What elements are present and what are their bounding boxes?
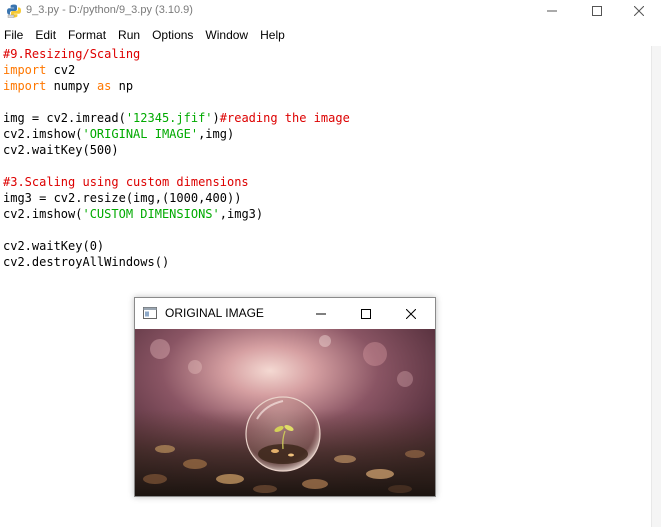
code-token-comment: #reading the image: [219, 111, 350, 125]
code-token-plain: numpy: [46, 79, 97, 93]
code-token-plain: cv2.waitKey(0): [3, 239, 105, 253]
code-token-str: 'ORIGINAL IMAGE': [82, 127, 199, 141]
code-token-plain: ,img): [198, 127, 235, 141]
code-line[interactable]: import cv2: [3, 62, 350, 78]
code-token-kw: as: [96, 79, 112, 93]
code-line[interactable]: #3.Scaling using custom dimensions: [3, 174, 350, 190]
code-token-kw: import: [3, 79, 47, 93]
code-token-plain: cv2.imshow(: [3, 127, 83, 141]
code-line[interactable]: cv2.imshow('ORIGINAL IMAGE',img): [3, 126, 350, 142]
code-token-str: 'CUSTOM DIMENSIONS': [82, 207, 220, 221]
maximize-icon: [360, 308, 371, 319]
menu-options[interactable]: Options: [146, 24, 199, 46]
minimize-button[interactable]: [530, 0, 574, 22]
code-token-plain: cv2.destroyAllWindows(): [3, 255, 170, 269]
code-token-str: '12345.jfif': [125, 111, 213, 125]
code-token-plain: img = cv2.imread(: [3, 111, 126, 125]
code-token-plain: np: [111, 79, 134, 93]
displayed-image: [135, 329, 435, 496]
menu-file[interactable]: File: [0, 24, 29, 46]
opencv-titlebar[interactable]: ORIGINAL IMAGE: [135, 298, 435, 329]
menu-run[interactable]: Run: [112, 24, 146, 46]
opencv-window-icon: [143, 307, 157, 319]
opencv-maximize-button[interactable]: [343, 298, 388, 329]
code-text[interactable]: #9.Resizing/Scaling import cv2 import nump…: [3, 46, 350, 270]
opencv-close-button[interactable]: [388, 298, 433, 329]
minimize-icon: [547, 10, 557, 12]
code-line[interactable]: cv2.destroyAllWindows(): [3, 254, 350, 270]
code-line[interactable]: [3, 94, 350, 110]
window-title: 9_3.py - D:/python/9_3.py (3.10.9): [26, 4, 193, 16]
idle-titlebar: 9_3.py - D:/python/9_3.py (3.10.9): [0, 0, 661, 22]
menu-window[interactable]: Window: [199, 24, 254, 46]
code-line[interactable]: import numpy as np: [3, 78, 350, 94]
menu-help[interactable]: Help: [254, 24, 291, 46]
code-line[interactable]: #9.Resizing/Scaling: [3, 46, 350, 62]
menu-format[interactable]: Format: [62, 24, 112, 46]
code-line[interactable]: cv2.imshow('CUSTOM DIMENSIONS',img3): [3, 206, 350, 222]
menu-bar: File Edit Format Run Options Window Help: [0, 24, 661, 46]
code-line[interactable]: [3, 222, 350, 238]
code-token-plain: ): [212, 111, 220, 125]
python-icon: [7, 4, 21, 18]
opencv-window[interactable]: ORIGINAL IMAGE: [134, 297, 436, 497]
code-token-plain: img3 = cv2.resize(img,(1000,400)): [3, 191, 242, 205]
close-button[interactable]: [617, 0, 661, 22]
minimize-icon: [315, 313, 326, 314]
close-icon: [634, 6, 644, 16]
maximize-icon: [592, 6, 602, 16]
code-line[interactable]: cv2.waitKey(500): [3, 142, 350, 158]
code-token-kw: import: [3, 63, 47, 77]
code-token-comment: #3.Scaling using custom dimensions: [3, 175, 249, 189]
menu-edit[interactable]: Edit: [29, 24, 62, 46]
code-line[interactable]: [3, 158, 350, 174]
maximize-button[interactable]: [575, 0, 619, 22]
close-icon: [405, 308, 416, 319]
vertical-scrollbar[interactable]: [651, 46, 661, 527]
opencv-minimize-button[interactable]: [298, 298, 343, 329]
code-token-plain: cv2.waitKey(500): [3, 143, 119, 157]
opencv-window-title: ORIGINAL IMAGE: [165, 306, 264, 320]
code-token-plain: ,img3): [219, 207, 264, 221]
code-token-comment: #9.Resizing/Scaling: [3, 47, 141, 61]
code-token-plain: cv2.imshow(: [3, 207, 83, 221]
code-line[interactable]: cv2.waitKey(0): [3, 238, 350, 254]
code-token-plain: cv2: [46, 63, 76, 77]
code-line[interactable]: img = cv2.imread('12345.jfif')#reading t…: [3, 110, 350, 126]
code-line[interactable]: img3 = cv2.resize(img,(1000,400)): [3, 190, 350, 206]
